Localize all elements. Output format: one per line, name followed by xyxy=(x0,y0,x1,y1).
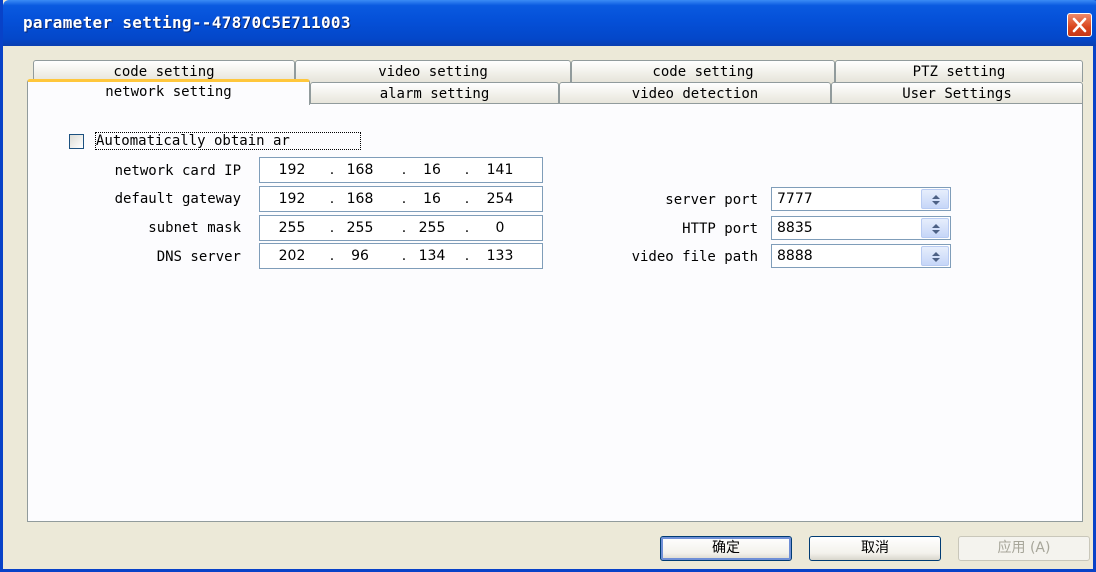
window-title: parameter setting--47870C5E711003 xyxy=(23,13,351,32)
spin-arrows[interactable] xyxy=(921,218,949,238)
ip-dot: . xyxy=(464,220,470,236)
tab-label: video detection xyxy=(631,86,759,102)
up-down-arrows-icon xyxy=(932,252,940,262)
tab-ptz-setting[interactable]: PTZ setting xyxy=(835,60,1083,82)
ip-dot: . xyxy=(401,191,407,207)
spin-arrows[interactable] xyxy=(921,189,949,209)
ip-octet[interactable]: 16 xyxy=(410,162,454,178)
http-port-value[interactable]: 8835 xyxy=(777,220,813,236)
tab-video-detection[interactable]: video detection xyxy=(559,82,831,104)
ip-dot: . xyxy=(464,248,470,264)
server-port-spinbox[interactable]: 7777 xyxy=(771,187,951,211)
ip-dot: . xyxy=(401,162,407,178)
ip-octet[interactable]: 96 xyxy=(338,248,382,264)
ip-dot: . xyxy=(464,191,470,207)
close-button[interactable] xyxy=(1067,13,1092,37)
ip-octet[interactable]: 202 xyxy=(270,248,314,264)
ip-octet[interactable]: 0 xyxy=(478,220,522,236)
auto-obtain-label[interactable]: Automatically obtain ar xyxy=(96,133,290,149)
tab-label: network setting xyxy=(105,84,232,100)
ip-octet[interactable]: 133 xyxy=(478,248,522,264)
ip-octet[interactable]: 255 xyxy=(270,220,314,236)
ip-dot: . xyxy=(329,248,335,264)
spin-arrows[interactable] xyxy=(921,246,949,266)
tab-label: code setting xyxy=(113,64,215,80)
ip-dot: . xyxy=(329,191,335,207)
ip-dot: . xyxy=(329,220,335,236)
ip-octet[interactable]: 168 xyxy=(338,191,382,207)
tab-label: video setting xyxy=(378,64,488,80)
apply-button[interactable]: 应用 (A) xyxy=(958,536,1090,561)
subnet-mask-label: subnet mask xyxy=(148,220,241,236)
cancel-button[interactable]: 取消 xyxy=(809,536,941,561)
tab-code-setting-2[interactable]: code setting xyxy=(571,60,835,82)
server-port-label: server port xyxy=(665,192,758,208)
tab-network-setting[interactable]: network setting xyxy=(27,79,310,105)
default-gateway-input[interactable]: 192 . 168 . 16 . 254 xyxy=(259,186,543,212)
up-down-arrows-icon xyxy=(932,224,940,234)
video-file-path-value[interactable]: 8888 xyxy=(777,248,813,264)
ip-dot: . xyxy=(401,220,407,236)
up-down-arrows-icon xyxy=(932,195,940,205)
server-port-value[interactable]: 7777 xyxy=(777,191,813,207)
subnet-mask-input[interactable]: 255 . 255 . 255 . 0 xyxy=(259,215,543,241)
close-icon xyxy=(1072,17,1087,33)
ip-octet[interactable]: 192 xyxy=(270,191,314,207)
tab-video-setting[interactable]: video setting xyxy=(295,60,571,82)
parameter-setting-window: parameter setting--47870C5E711003 code s… xyxy=(0,0,1096,572)
dns-server-input[interactable]: 202 . 96 . 134 . 133 xyxy=(259,243,543,269)
video-file-path-spinbox[interactable]: 8888 xyxy=(771,244,951,268)
tab-label: User Settings xyxy=(902,86,1012,102)
title-bar[interactable]: parameter setting--47870C5E711003 xyxy=(3,0,1096,46)
ok-button[interactable]: 确定 xyxy=(660,536,792,561)
default-gateway-label: default gateway xyxy=(114,191,241,207)
ip-octet[interactable]: 192 xyxy=(270,162,314,178)
ip-octet[interactable]: 255 xyxy=(338,220,382,236)
ip-octet[interactable]: 168 xyxy=(338,162,382,178)
video-file-path-label: video file path xyxy=(631,249,758,265)
ip-octet[interactable]: 141 xyxy=(478,162,522,178)
ip-dot: . xyxy=(401,248,407,264)
tab-label: alarm setting xyxy=(379,86,490,102)
network-card-ip-label: network card IP xyxy=(114,163,241,179)
ip-octet[interactable]: 255 xyxy=(410,220,454,236)
http-port-spinbox[interactable]: 8835 xyxy=(771,216,951,240)
network-card-ip-input[interactable]: 192 . 168 . 16 . 141 xyxy=(259,157,543,183)
tab-user-settings[interactable]: User Settings xyxy=(831,82,1083,104)
http-port-label: HTTP port xyxy=(682,221,758,237)
ip-octet[interactable]: 16 xyxy=(410,191,454,207)
ip-octet[interactable]: 134 xyxy=(410,248,454,264)
ip-dot: . xyxy=(464,162,470,178)
tab-label: PTZ setting xyxy=(912,64,1006,80)
tab-alarm-setting[interactable]: alarm setting xyxy=(310,82,559,104)
ip-dot: . xyxy=(329,162,335,178)
auto-obtain-checkbox[interactable] xyxy=(69,134,84,149)
ip-octet[interactable]: 254 xyxy=(478,191,522,207)
dns-server-label: DNS server xyxy=(156,249,241,265)
tab-label: code setting xyxy=(652,64,754,80)
